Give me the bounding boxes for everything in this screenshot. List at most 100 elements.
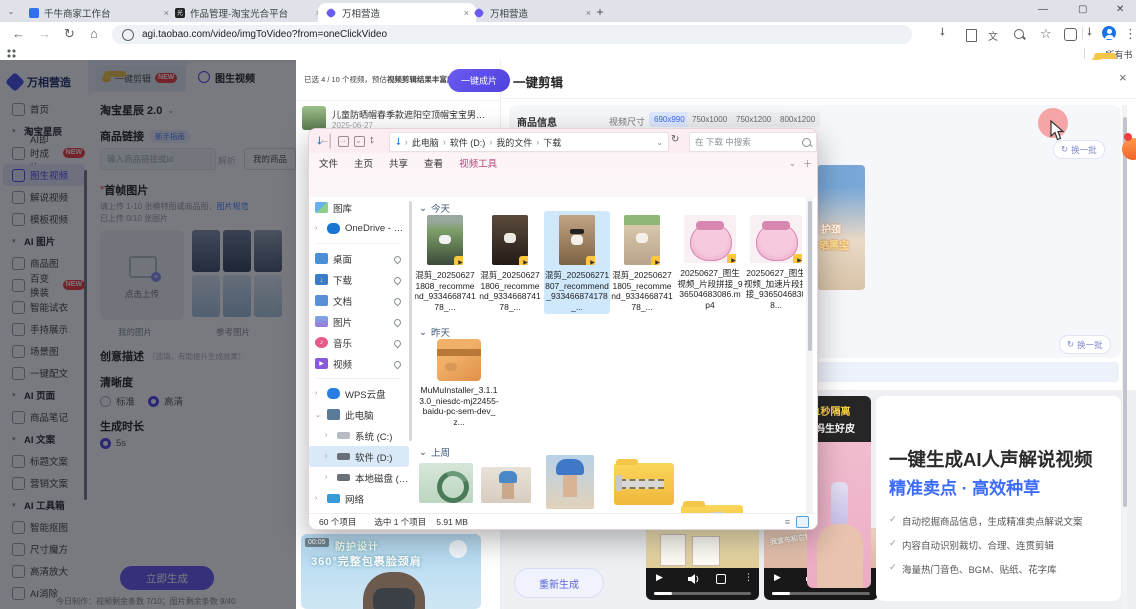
my-images-tab[interactable]: 我的图片 [118,326,152,338]
site-info-icon[interactable] [122,29,134,41]
parse-button[interactable]: 解析 [218,154,236,167]
nav-downloads[interactable]: ↓下载 [309,269,409,290]
window-maximize-button[interactable]: ▢ [1078,4,1087,15]
nav-onedrive[interactable]: ›OneDrive - Per [309,218,409,239]
sample-image[interactable] [254,275,282,317]
candidate-video-thumbnail[interactable]: 护颈 晒黑宝 [817,165,865,290]
nav-this-pc[interactable]: ⌄此电脑 [309,404,409,425]
upload-dropzone[interactable]: + 点击上传 [100,230,184,320]
menu-view[interactable]: 查看 [424,156,443,170]
sidebar-item-title-copy[interactable]: 标题文案 [3,450,85,472]
menu-file[interactable]: 文件 [319,156,338,170]
progress-track[interactable] [772,592,870,595]
clarity-hd-option[interactable]: 高清 [148,394,183,408]
nav-network[interactable]: ›网络 [309,488,409,509]
sidebar-item-template-video[interactable]: 模板视频 [3,208,85,230]
video-player-1[interactable]: ▶ ⋮ [646,528,759,600]
sidebar-item-scene-image[interactable]: 场景图 [3,340,85,362]
sidebar-section-ai-toolbox[interactable]: ▾AI 工具箱 [3,494,85,516]
breadcrumb[interactable]: ⭣ ›此电脑 ›软件 (D:) ›我的文件 ›下载 ⌄ [389,132,669,152]
sidebar-item-one-click-caption[interactable]: 一键配文 [3,362,85,384]
clarity-standard-option[interactable]: 标准 [100,394,135,408]
file-item[interactable]: MuMuInstaller_3.1.13.0_niesdc-mj22455-ba… [419,339,499,427]
nav-recent-icon[interactable]: ⌄ [355,136,362,145]
sidebar-item-narration-video[interactable]: 解说视频 [3,186,85,208]
list-view-icon[interactable]: ≡ [785,517,790,527]
tab-search-icon[interactable]: ⌄ [4,5,18,18]
sidebar-item-marketing-copy[interactable]: 营销文案 [3,472,85,494]
sample-image[interactable] [192,230,220,272]
browser-tab-3-active[interactable]: 万相营造 × [318,3,476,22]
reload-icon[interactable]: ↻ [64,26,75,42]
sidebar-item-ai-instant-film[interactable]: AI即时成片NEW [3,142,85,164]
refresh-batch-button[interactable]: ↻换一批 [1053,140,1105,159]
explorer-scrollbar-track[interactable] [806,197,813,513]
sidebar-scrollbar[interactable] [84,170,87,500]
size-option[interactable]: 750x1000 [687,112,732,127]
explorer-scrollbar-thumb[interactable] [808,201,812,351]
breadcrumb-dr-d[interactable]: 软件 (D:) [450,136,486,149]
translate-icon[interactable]: 文 [988,28,998,43]
group-today[interactable]: ⌄今天 [419,201,450,215]
zip-folder-icon[interactable] [614,463,674,505]
image-file-thumbnail[interactable] [419,463,473,503]
generate-button[interactable]: 立即生成 [120,566,214,590]
my-products-button[interactable]: 我的商品 [244,148,296,170]
drawer-scrollbar-thumb[interactable] [1123,117,1127,507]
tab-image-to-video-active[interactable]: 图生视频 [186,62,296,92]
sidebar-item-hd-upscale[interactable]: 高清放大 [3,560,85,582]
refresh-batch-button[interactable]: ↻换一批 [1059,335,1111,354]
bookmark-star-icon[interactable]: ☆ [1040,26,1052,42]
beginner-guide-badge[interactable]: 新手指南 [150,130,190,143]
file-item[interactable]: ▶ 混剪_202506271805_recommend_933466874178… [611,215,673,312]
browser-menu-icon[interactable]: ⋮ [1124,26,1136,42]
nav-videos[interactable]: ▶视频 [309,353,409,374]
file-item[interactable]: ▶ 20250627_图生视频_片段拼接_936504683086.mp4 [677,215,743,310]
breadcrumb-chevron-icon[interactable]: ⌄ [656,138,663,147]
sample-image[interactable] [223,230,251,272]
forward-icon[interactable]: → [38,26,51,41]
profile-avatar[interactable] [1102,26,1116,40]
sidebar-section-taobao-xingchen[interactable]: ▾淘宝星辰 [3,120,85,142]
home-icon[interactable]: ⌂ [90,26,98,41]
sidebar-section-ai-copy[interactable]: ▾AI 文案 [3,428,85,450]
image-file-thumbnail[interactable] [481,467,531,503]
sidebar-item-product-image[interactable]: 商品图 [3,252,85,274]
thumbnail-view-icon[interactable] [796,516,809,528]
product-link-input[interactable]: 输入商品链接或id [100,148,216,170]
ribbon-help-icon[interactable]: ＋ [803,157,812,170]
drawer-scrollbar-track[interactable] [1122,105,1127,609]
ribbon-collapse-icon[interactable]: ⌄ [789,159,796,168]
sidebar-item-size-magic[interactable]: 尺寸魔方 [3,538,85,560]
play-icon[interactable]: ▶ [656,572,663,583]
download-page-icon[interactable]: ⭣ [940,26,945,39]
sidebar-item-image-to-video[interactable]: 图生视频 [3,164,85,186]
file-item[interactable]: ▶ 20250627_图生视频_加速片段拼接_93650468308... [743,215,803,310]
nav-refresh-icon[interactable]: ↻ [671,134,679,145]
breadcrumb-downloads[interactable]: 下载 [543,136,561,149]
video-card[interactable]: 00:05 防护设计 360°完整包裹脸颈肩 [301,534,481,609]
sidebar-item-home[interactable]: 首页 [3,98,85,120]
nav-gallery[interactable]: 图库 [309,197,409,218]
extensions-icon[interactable] [1064,28,1077,41]
file-explorer-window[interactable]: ⭣ | ⌄ 播放 下载 — ▢ ✕ 文件 主页 共享 查看 视频工具 ⌄ ＋ ←… [308,128,818,530]
breadcrumb-my-files[interactable]: 我的文件 [496,136,532,149]
nav-wps-cloud[interactable]: ›WPS云盘 [309,383,409,404]
size-option[interactable]: 750x1200 [731,112,776,127]
sidebar-item-product-notes[interactable]: 商品笔记 [3,406,85,428]
sample-image[interactable] [223,275,251,317]
nav-documents[interactable]: 文档 [309,290,409,311]
browser-tab-1[interactable]: 千牛商家工作台 × [22,3,176,22]
sidebar-item-smart-cutout[interactable]: 智能抠图 [3,516,85,538]
sidebar-item-handheld-display[interactable]: 手持展示 [3,318,85,340]
sidebar-item-smart-tryon[interactable]: 智能试衣 [3,296,85,318]
nav-desktop[interactable]: 桌面 [309,248,409,269]
apps-grid-icon[interactable] [7,49,16,58]
browser-tab-4[interactable]: 万相营造 × [466,3,598,22]
image-spec-link[interactable]: 图片规范 [216,202,248,211]
sidebar-item-ai-expand[interactable]: AI扩图 [3,604,85,609]
model-selector[interactable]: 淘宝星辰 2.0 ⌄ [100,102,174,118]
drawer-close-icon[interactable]: × [1119,70,1127,85]
size-option[interactable]: 800x1200 [775,112,820,127]
file-item-selected[interactable]: ▶ 混剪_202506271807_recommend_933466874178… [544,211,610,314]
